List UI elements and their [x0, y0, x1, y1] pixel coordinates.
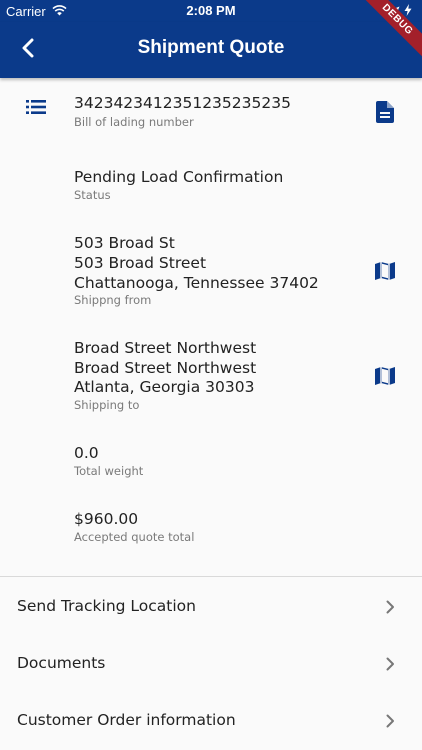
nav-item-label: Send Tracking Location — [17, 597, 196, 615]
shipping-from-line-3: Chattanooga, Tennessee 37402 — [74, 274, 319, 292]
status-time: 2:08 PM — [186, 3, 236, 18]
section-divider — [0, 576, 422, 577]
send-tracking-location-row[interactable]: Send Tracking Location — [0, 578, 422, 634]
chevron-right-icon — [386, 599, 395, 618]
page-title: Shipment Quote — [137, 37, 285, 58]
shipping-to-line-3: Atlanta, Georgia 30303 — [74, 378, 255, 396]
status-bar: Carrier 2:08 PM — [0, 0, 422, 22]
app-bar: Shipment Quote — [0, 22, 422, 78]
quote-total-label: Accepted quote total — [74, 530, 195, 544]
map-icon[interactable] — [375, 262, 395, 284]
shipping-to-line-2: Broad Street Northwest — [74, 359, 257, 377]
bill-of-lading-label: Bill of lading number — [74, 115, 194, 129]
chevron-right-icon — [386, 713, 395, 732]
customer-order-information-row[interactable]: Customer Order information — [0, 692, 422, 748]
status-value: Pending Load Confirmation — [74, 168, 284, 186]
quote-total-value: $960.00 — [74, 510, 139, 528]
documents-row[interactable]: Documents — [0, 635, 422, 691]
chevron-right-icon — [386, 656, 395, 675]
total-weight-value: 0.0 — [74, 444, 99, 462]
bill-of-lading-value: 3423423412351235235235 — [74, 94, 291, 112]
map-icon[interactable] — [375, 367, 395, 389]
shipping-from-label: Shippng from — [74, 293, 152, 307]
status-label: Status — [74, 188, 111, 202]
total-weight-label: Total weight — [74, 464, 144, 478]
document-icon[interactable] — [376, 101, 394, 127]
shipping-to-label: Shipping to — [74, 398, 140, 412]
nav-item-label: Customer Order information — [17, 711, 236, 729]
shipping-to-line-1: Broad Street Northwest — [74, 339, 257, 357]
shipping-from-line-1: 503 Broad St — [74, 234, 175, 252]
nav-item-label: Documents — [17, 654, 106, 672]
shipping-from-line-2: 503 Broad Street — [74, 254, 207, 272]
list-icon — [26, 99, 46, 118]
